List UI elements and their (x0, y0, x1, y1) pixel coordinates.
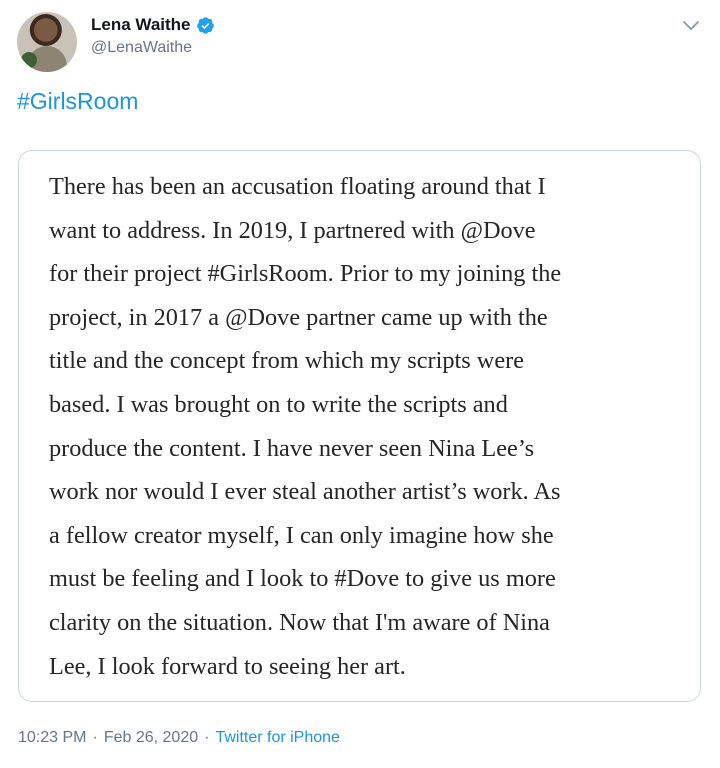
tweet: Lena Waithe @LenaWaithe #GirlsRoom There… (0, 0, 720, 768)
verified-badge-icon (196, 16, 214, 34)
statement-line: produce the content. I have never seen N… (49, 434, 535, 462)
statement-line: title and the concept from which my scri… (49, 347, 524, 375)
tweet-hashtag-link[interactable]: #GirlsRoom (17, 88, 138, 115)
meta-separator: · (204, 729, 210, 746)
chevron-down-icon[interactable] (682, 20, 700, 32)
author-handle[interactable]: @LenaWaithe (91, 39, 215, 57)
statement-line: must be feeling and I look to #Dove to g… (49, 565, 556, 593)
statement-image[interactable]: There has been an accusation floating ar… (18, 150, 701, 702)
statement-line: based. I was brought on to write the scr… (49, 390, 508, 418)
tweet-header: Lena Waithe @LenaWaithe (17, 12, 215, 72)
statement-line: want to address. In 2019, I partnered wi… (49, 216, 536, 244)
author-names: Lena Waithe @LenaWaithe (91, 15, 215, 57)
display-name-row: Lena Waithe (91, 15, 215, 35)
statement-line: a fellow creator myself, I can only imag… (49, 521, 554, 549)
statement-line: for their project #GirlsRoom. Prior to m… (49, 260, 562, 288)
tweet-date[interactable]: Feb 26, 2020 (104, 729, 198, 747)
statement-text: There has been an accusation floating ar… (49, 165, 679, 688)
tweet-meta: 10:23 PM · Feb 26, 2020 · Twitter for iP… (18, 729, 340, 747)
statement-line: clarity on the situation. Now that I'm a… (49, 608, 550, 636)
statement-line: Lee, I look forward to seeing her art. (49, 652, 406, 680)
avatar[interactable] (17, 12, 77, 72)
statement-line: work nor would I ever steal another arti… (49, 478, 561, 506)
meta-separator: · (92, 729, 98, 746)
tweet-source-link[interactable]: Twitter for iPhone (215, 729, 340, 747)
avatar-plant (21, 52, 37, 68)
statement-line: project, in 2017 a @Dove partner came up… (49, 303, 548, 331)
tweet-time[interactable]: 10:23 PM (18, 729, 86, 747)
statement-line: There has been an accusation floating ar… (49, 173, 546, 200)
display-name[interactable]: Lena Waithe (91, 15, 191, 35)
